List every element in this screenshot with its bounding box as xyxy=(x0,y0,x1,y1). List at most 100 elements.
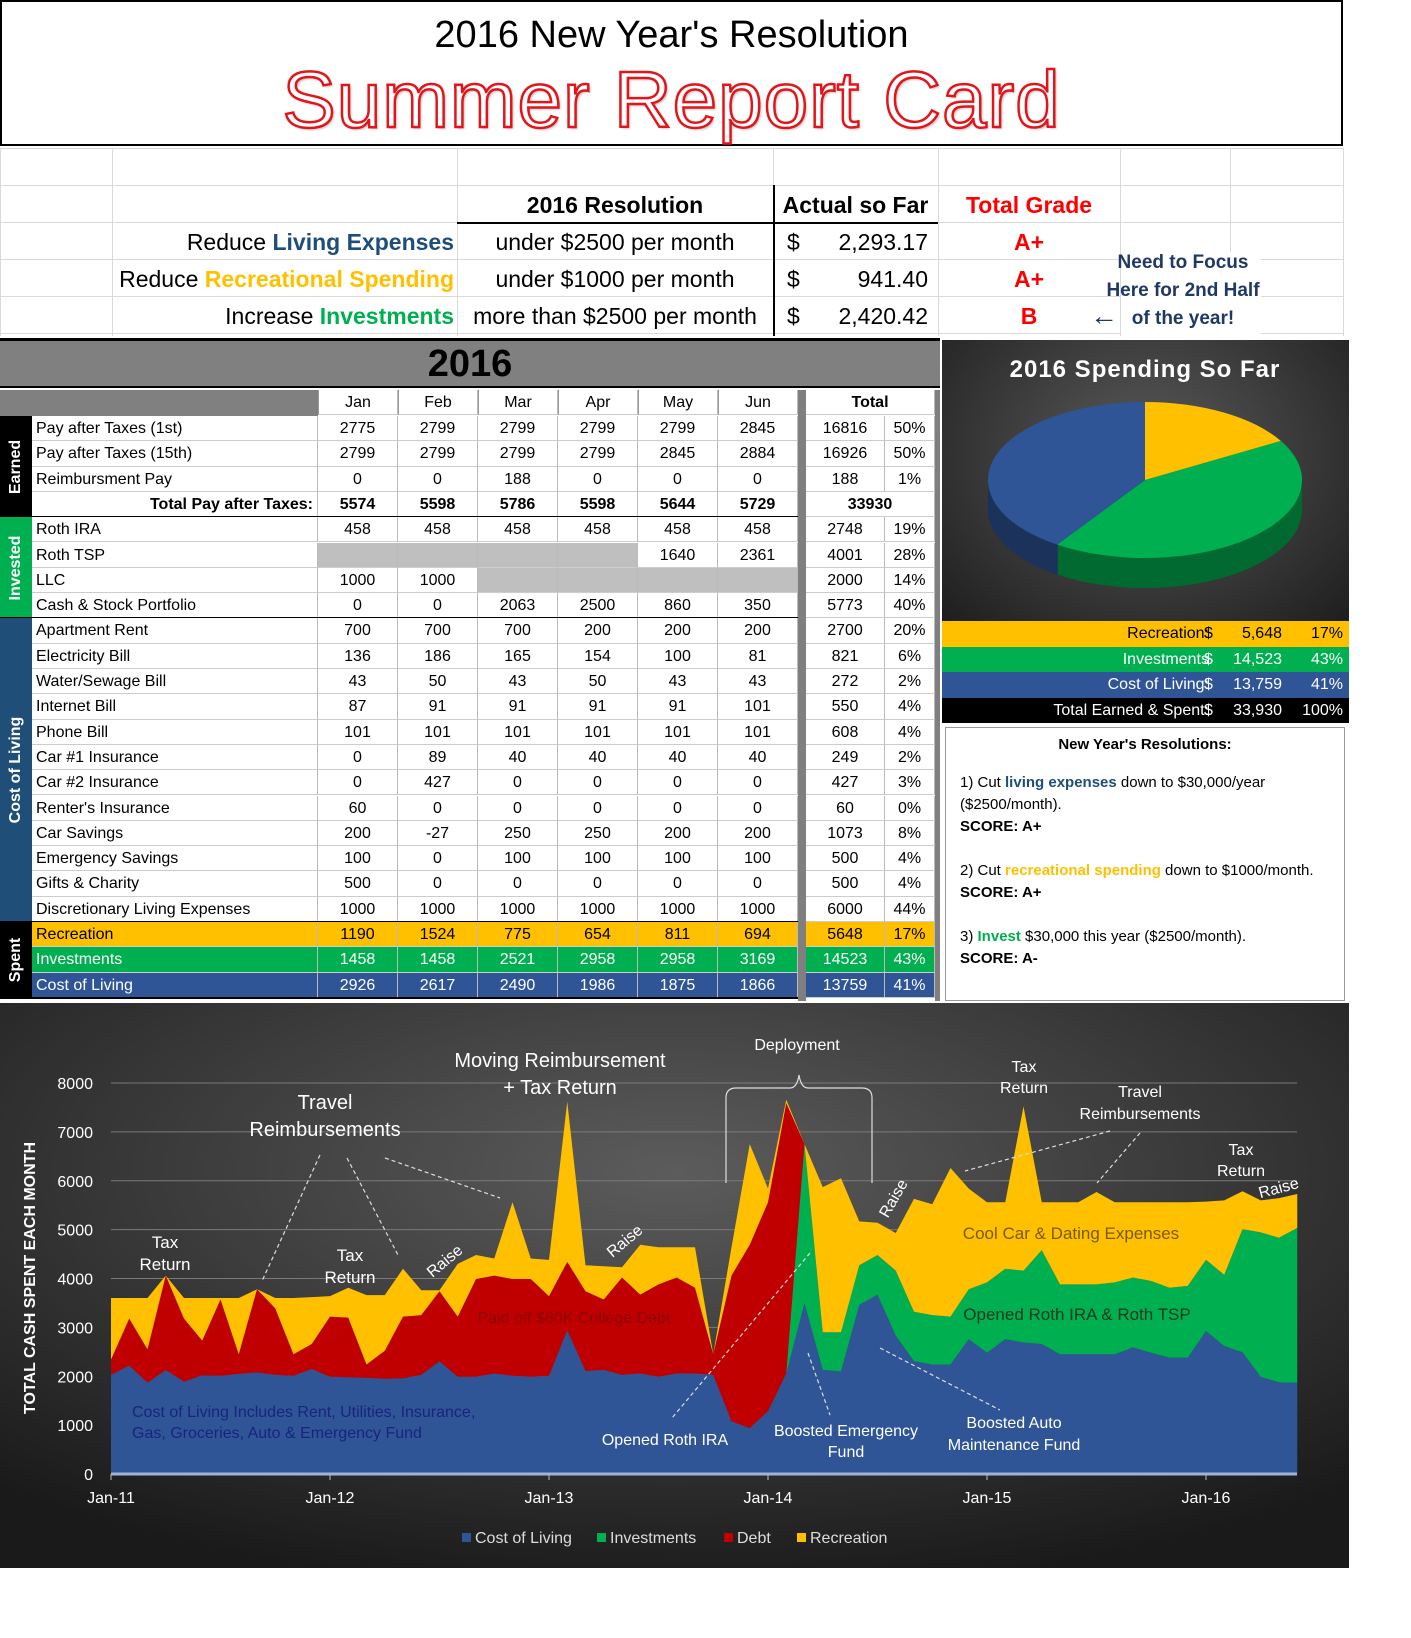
annotation-line: Tax xyxy=(337,1246,364,1265)
focus-note-line: of the year! xyxy=(1131,308,1235,329)
month-value: 0 xyxy=(398,593,478,619)
section-label: Earned xyxy=(0,416,32,518)
month-value: 200 xyxy=(558,618,638,644)
resolution-score: SCORE: A+ xyxy=(960,884,1042,901)
month-header: Apr xyxy=(558,390,638,416)
month-value: 100 xyxy=(318,846,398,872)
legend-percent: 41% xyxy=(1310,676,1343,693)
pie-legend-row: Total Earned & Spent: $33,930 100% xyxy=(942,697,1349,723)
month-value: 40 xyxy=(718,744,798,771)
resolutions-notes: New Year's Resolutions: 1) Cut living exp… xyxy=(945,727,1345,1001)
row-percent: 3% xyxy=(885,770,935,796)
currency-sign: $ xyxy=(787,266,800,292)
y-tick-label: 2000 xyxy=(57,1369,93,1386)
row-label: Pay after Taxes (15th) xyxy=(32,441,318,467)
annotation-line: + Tax Return xyxy=(503,1077,617,1099)
row-total: 2000 xyxy=(806,567,885,594)
goal-category: Investments xyxy=(319,303,454,329)
col-header-grade: Total Grade xyxy=(965,192,1093,218)
month-value: 5598 xyxy=(398,491,478,518)
currency-sign: $ xyxy=(1204,701,1213,719)
row-label: Car Savings xyxy=(32,820,318,847)
row-total: 2748 xyxy=(806,517,885,543)
section-label-text: Invested xyxy=(7,535,24,601)
y-axis-label: TOTAL CASH SPENT EACH MONTH xyxy=(22,1142,39,1414)
month-value xyxy=(558,542,638,568)
month-value: 0 xyxy=(478,871,558,897)
legend-swatch xyxy=(724,1533,733,1542)
row-percent: 4% xyxy=(885,871,935,897)
legend-amount: 33,930 xyxy=(1233,701,1282,719)
resolution-text: 3) xyxy=(960,928,978,945)
month-header: Jun xyxy=(718,390,798,416)
row-percent: 20% xyxy=(885,618,935,644)
goal-target: more than $2500 per month xyxy=(473,303,757,329)
row-percent: 19% xyxy=(885,517,935,543)
month-value: 0 xyxy=(638,871,718,897)
month-value: 2500 xyxy=(558,593,638,619)
month-value xyxy=(718,567,798,594)
row-total: 500 xyxy=(806,871,885,897)
pie-chart-panel: 2016 Spending So Far xyxy=(942,340,1349,621)
row-label: Investments xyxy=(32,947,318,973)
month-value: 2926 xyxy=(318,972,398,998)
row-percent: 50% xyxy=(885,416,935,442)
row-total: 249 xyxy=(806,744,885,771)
month-value: 350 xyxy=(718,593,798,619)
legend-label: Cost of Living: xyxy=(1107,676,1209,693)
x-tick-label: Jan-11 xyxy=(87,1490,135,1507)
x-tick-label: Jan-13 xyxy=(525,1490,574,1507)
row-total: 5648 xyxy=(806,922,885,948)
month-value: 101 xyxy=(558,719,638,745)
month-value: 2799 xyxy=(398,416,478,442)
row-percent: 43% xyxy=(885,947,935,973)
month-value: 0 xyxy=(638,770,718,796)
month-header: Jan xyxy=(318,390,398,416)
month-value: 200 xyxy=(718,618,798,644)
row-total: 550 xyxy=(806,694,885,720)
month-value: 43 xyxy=(478,669,558,695)
row-percent: 2% xyxy=(885,744,935,771)
annotation-line: Fund xyxy=(828,1444,864,1461)
y-tick-label: 6000 xyxy=(57,1174,93,1191)
row-label: Recreation xyxy=(32,922,318,948)
row-percent: 6% xyxy=(885,643,935,669)
grid-line xyxy=(1343,148,1344,336)
grid-line xyxy=(0,148,1,336)
month-value: 1458 xyxy=(318,947,398,973)
month-value: 100 xyxy=(638,643,718,669)
annotation-line: Boosted Emergency xyxy=(774,1423,918,1440)
goal-verb: Reduce xyxy=(119,266,199,292)
annotation-line: Travel xyxy=(1118,1084,1162,1101)
month-value: 1524 xyxy=(398,922,478,948)
legend-percent: 100% xyxy=(1302,701,1343,719)
section-divider xyxy=(0,996,798,999)
y-tick-label: 7000 xyxy=(57,1125,93,1142)
resolution-text: 2) Cut xyxy=(960,862,1006,879)
month-value: 2361 xyxy=(718,542,798,568)
month-value: 89 xyxy=(398,744,478,771)
row-total: 4001 xyxy=(806,542,885,568)
month-value: 250 xyxy=(558,820,638,847)
section-label: Cost of Living xyxy=(0,618,32,922)
row-percent: 28% xyxy=(885,542,935,568)
month-value: 200 xyxy=(638,820,718,847)
month-value: 101 xyxy=(638,719,718,745)
x-tick-label: Jan-12 xyxy=(306,1490,355,1507)
month-value: 50 xyxy=(398,669,478,695)
annotation-line: Cost of Living Includes Rent, Utilities,… xyxy=(132,1404,475,1421)
month-value: 101 xyxy=(718,719,798,745)
month-value: 458 xyxy=(718,517,798,543)
month-value: 811 xyxy=(638,922,718,948)
month-value: 1000 xyxy=(718,896,798,922)
month-value: 2490 xyxy=(478,972,558,998)
annotation-line: Reimbursements xyxy=(1080,1106,1201,1123)
month-value: 200 xyxy=(718,820,798,847)
month-value: 0 xyxy=(398,466,478,492)
goal-grade: A+ xyxy=(1013,266,1045,292)
month-value: 458 xyxy=(558,517,638,543)
goal-category: Recreational Spending xyxy=(204,266,454,292)
month-value: 1190 xyxy=(318,922,398,948)
month-value: 0 xyxy=(558,795,638,821)
row-percent: 8% xyxy=(885,820,935,847)
